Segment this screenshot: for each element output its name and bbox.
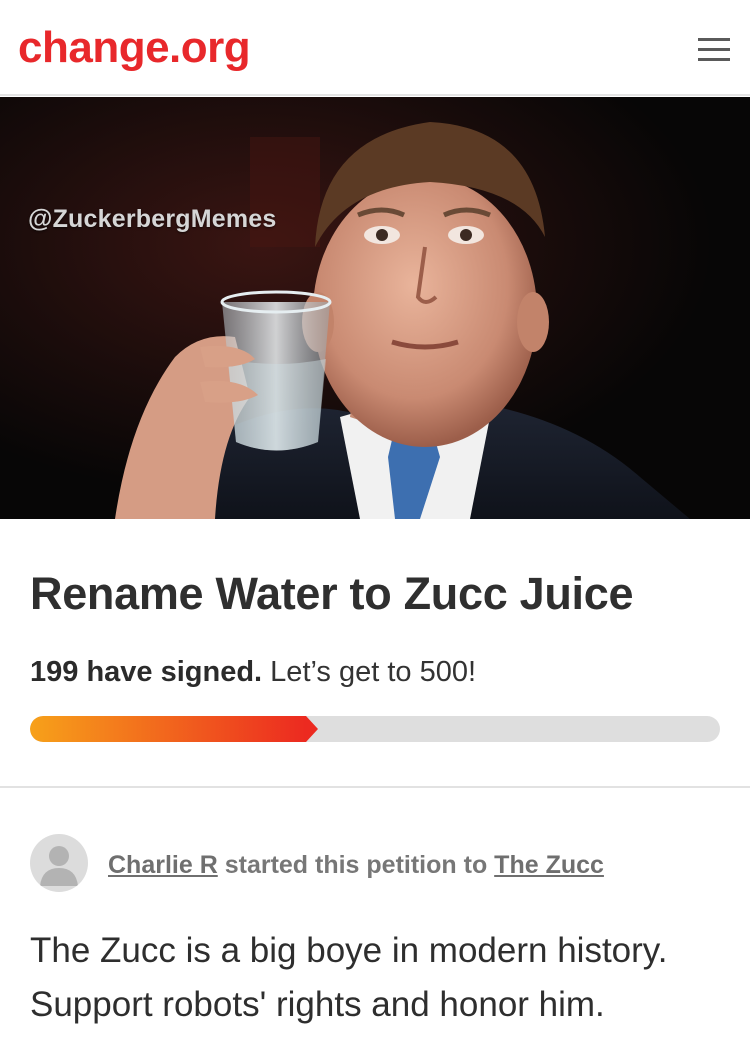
goal-text: Let’s get to 500!	[262, 656, 477, 688]
hero-watermark: @ZuckerbergMemes	[28, 205, 277, 233]
petition-title: Rename Water to Zucc Juice	[30, 568, 634, 619]
avatar[interactable]	[30, 834, 88, 892]
signature-progress-bar	[30, 716, 720, 742]
starter-middle-text: started this petition to	[217, 851, 495, 879]
description-line-2: Support robots' rights and honor him.	[30, 985, 605, 1024]
change-org-logo[interactable]: change.org	[18, 22, 251, 74]
petition-starter-line: Charlie R started this petition to The Z…	[108, 848, 604, 882]
petition-target-link[interactable]: The Zucc	[494, 851, 604, 879]
section-divider	[0, 786, 750, 788]
site-header: change.org	[0, 0, 750, 96]
hamburger-menu-icon[interactable]	[690, 30, 736, 70]
user-silhouette-icon	[40, 846, 78, 886]
starter-name-link[interactable]: Charlie R	[108, 851, 218, 879]
signature-count: 199 have signed. Let’s get to 500!	[30, 652, 476, 692]
signed-count-text: 199 have signed.	[30, 656, 263, 688]
petition-hero-image: @ZuckerbergMemes	[0, 97, 750, 519]
progress-fill	[30, 716, 306, 742]
progress-arrow-tip	[306, 716, 318, 742]
hero-photo	[0, 97, 750, 519]
description-line-1: The Zucc is a big boye in modern history…	[30, 931, 668, 970]
petition-description: The Zucc is a big boye in modern history…	[30, 924, 730, 1032]
